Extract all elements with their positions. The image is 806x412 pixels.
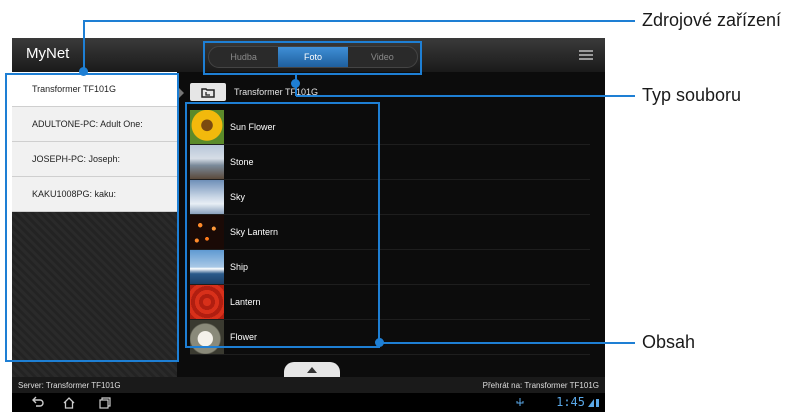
folder-up-button[interactable] xyxy=(190,83,226,101)
back-icon[interactable] xyxy=(30,396,44,410)
app-title: MyNet xyxy=(26,45,70,62)
home-icon[interactable] xyxy=(62,396,76,410)
folder-up-icon xyxy=(201,87,215,98)
menu-icon[interactable] xyxy=(579,50,593,60)
content-callout-box xyxy=(185,102,380,348)
signal-battery-icon xyxy=(588,399,599,407)
file-type-callout-dot xyxy=(291,79,300,88)
file-type-callout-box xyxy=(203,41,422,75)
server-status: Server: Transformer TF101G xyxy=(18,380,121,390)
play-to-status: Přehrát na: Transformer TF101G xyxy=(482,380,599,390)
status-bar: Server: Transformer TF101G Přehrát na: T… xyxy=(12,377,605,393)
recent-apps-icon[interactable] xyxy=(98,396,112,410)
source-device-callout-dot xyxy=(79,67,88,76)
system-nav-bar: 1:45 xyxy=(12,393,605,412)
content-callout-dot xyxy=(375,338,384,347)
callout-content: Obsah xyxy=(642,332,696,352)
callout-file-type: Typ souboru xyxy=(642,85,742,105)
usb-icon xyxy=(516,398,524,406)
selection-arrow-icon xyxy=(179,88,184,98)
callout-source-device: Zdrojové zařízení xyxy=(642,10,782,30)
system-clock: 1:45 xyxy=(556,395,585,409)
pull-up-handle[interactable] xyxy=(284,362,340,378)
source-device-callout-box xyxy=(5,73,179,362)
arrow-up-icon xyxy=(307,367,317,373)
current-path: Transformer TF101G xyxy=(234,87,319,97)
